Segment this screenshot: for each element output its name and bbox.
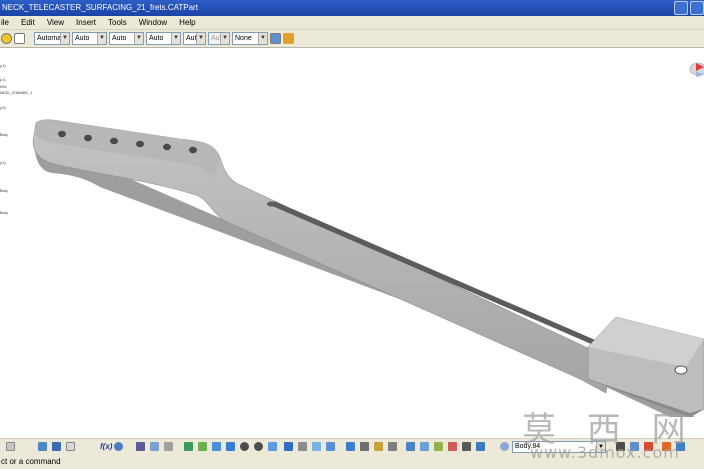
compass-icon[interactable] (686, 55, 704, 83)
status-prompt: ct or a command (1, 457, 61, 466)
update-icon[interactable] (52, 442, 61, 451)
chevron-down-icon: ▼ (196, 33, 205, 44)
bottom-toolbar: f(x) Body.84 ▼ (0, 438, 704, 454)
layer-value: None (235, 35, 252, 42)
menu-help[interactable]: Help (179, 16, 201, 29)
chevron-down-icon: ▼ (60, 33, 69, 44)
material-icon[interactable] (676, 442, 685, 451)
zoom-in-icon[interactable] (240, 442, 249, 451)
menu-edit[interactable]: Edit (21, 16, 41, 29)
fill-color-value: Automa (37, 35, 62, 42)
transparency-value: Auto (75, 35, 90, 42)
shaft-icon[interactable] (388, 442, 397, 451)
minimize-button[interactable] (674, 1, 688, 15)
pan-icon[interactable] (212, 442, 221, 451)
chevron-down-icon: ▼ (220, 33, 229, 44)
tuner-hole (189, 146, 197, 154)
window-controls (674, 1, 704, 15)
sketch-icon[interactable] (346, 442, 355, 451)
tuner-hole (84, 134, 92, 142)
snap-icon[interactable] (66, 442, 75, 451)
zoom-out-icon[interactable] (254, 442, 263, 451)
neck-surface (32, 119, 611, 394)
line-thickness-value: Auto (112, 35, 127, 42)
grid-icon[interactable] (136, 442, 145, 451)
normal-view-icon[interactable] (268, 442, 277, 451)
format-painter-icon[interactable] (270, 33, 281, 44)
window-title: NECK_TELECASTER_SURFACING_21_frets.CATPa… (2, 3, 198, 12)
body-selector-value: Body.84 (515, 443, 541, 450)
tuner-hole (58, 130, 66, 138)
fillet-icon[interactable] (448, 442, 457, 451)
graphic-properties-toolbar: Automa ▼ Auto ▼ Auto ▼ Auto ▼ Aut ▼ Aut … (0, 30, 704, 48)
pocket-icon[interactable] (374, 442, 383, 451)
chevron-down-icon: ▼ (134, 33, 143, 44)
hide-show-icon[interactable] (312, 442, 321, 451)
fill-color-combo[interactable]: Automa ▼ (34, 32, 70, 45)
line-type-combo[interactable]: Auto ▼ (146, 32, 181, 45)
chamfer-icon[interactable] (462, 442, 471, 451)
table-icon[interactable] (150, 442, 159, 451)
comment-icon[interactable] (114, 442, 123, 451)
tuner-hole (136, 140, 144, 148)
fly-icon[interactable] (184, 442, 193, 451)
render-icon[interactable] (662, 442, 671, 451)
formula-button[interactable]: f(x) (100, 442, 112, 452)
tuner-hole (110, 137, 118, 145)
title-bar: NECK_TELECASTER_SURFACING_21_frets.CATPa… (0, 0, 704, 16)
line-icon[interactable] (434, 442, 443, 451)
chevron-down-icon: ▼ (596, 442, 605, 452)
shading-icon[interactable] (298, 442, 307, 451)
tuner-hole (163, 143, 171, 151)
sun-icon[interactable] (1, 33, 12, 44)
layer-combo[interactable]: None ▼ (232, 32, 268, 45)
boolean-icon[interactable] (630, 442, 639, 451)
menu-window[interactable]: Window (139, 16, 173, 29)
chevron-down-icon: ▼ (171, 33, 180, 44)
point-symbol-combo[interactable]: Aut ▼ (183, 32, 206, 45)
select-icon[interactable] (6, 442, 15, 451)
maximize-button[interactable] (690, 1, 704, 15)
iso-view-icon[interactable] (284, 442, 293, 451)
menu-file[interactable]: ile (0, 16, 15, 29)
pad-icon[interactable] (360, 442, 369, 451)
fit-all-icon[interactable] (198, 442, 207, 451)
page-icon[interactable] (14, 33, 25, 44)
line-thickness-combo[interactable]: Auto ▼ (109, 32, 144, 45)
plane-icon[interactable] (406, 442, 415, 451)
menu-insert[interactable]: Insert (76, 16, 102, 29)
insert-body-icon[interactable] (616, 442, 625, 451)
line-type-value: Auto (149, 35, 164, 42)
layer-filter-combo: Aut ▼ (208, 32, 230, 45)
guitar-neck-model[interactable] (0, 49, 704, 438)
point-symbol-value: Aut (186, 35, 197, 42)
menu-tools[interactable]: Tools (108, 16, 133, 29)
remove-icon[interactable] (644, 442, 653, 451)
menu-bar: ile Edit View Insert Tools Window Help (0, 16, 704, 30)
channel-end (267, 201, 275, 207)
point-icon[interactable] (420, 442, 429, 451)
menu-view[interactable]: View (47, 16, 70, 29)
paint-brush-icon[interactable] (283, 33, 294, 44)
rotate-icon[interactable] (226, 442, 235, 451)
chevron-down-icon: ▼ (97, 33, 106, 44)
body-icon (500, 442, 509, 451)
body-selector[interactable]: Body.84 ▼ (512, 441, 606, 453)
catia-window: NECK_TELECASTER_SURFACING_21_frets.CATPa… (0, 0, 704, 469)
swap-space-icon[interactable] (326, 442, 335, 451)
axis-icon[interactable] (164, 442, 173, 451)
chevron-down-icon: ▼ (258, 33, 267, 44)
mirror-icon[interactable] (476, 442, 485, 451)
status-bar: ct or a command (0, 454, 704, 469)
measure-icon[interactable] (38, 442, 47, 451)
heel-hole (674, 365, 688, 375)
transparency-combo[interactable]: Auto ▼ (72, 32, 107, 45)
3d-viewport[interactable]: y.1) y.1) ell.6 NECK_CHANNEL_1 y.9) Body… (0, 49, 704, 438)
